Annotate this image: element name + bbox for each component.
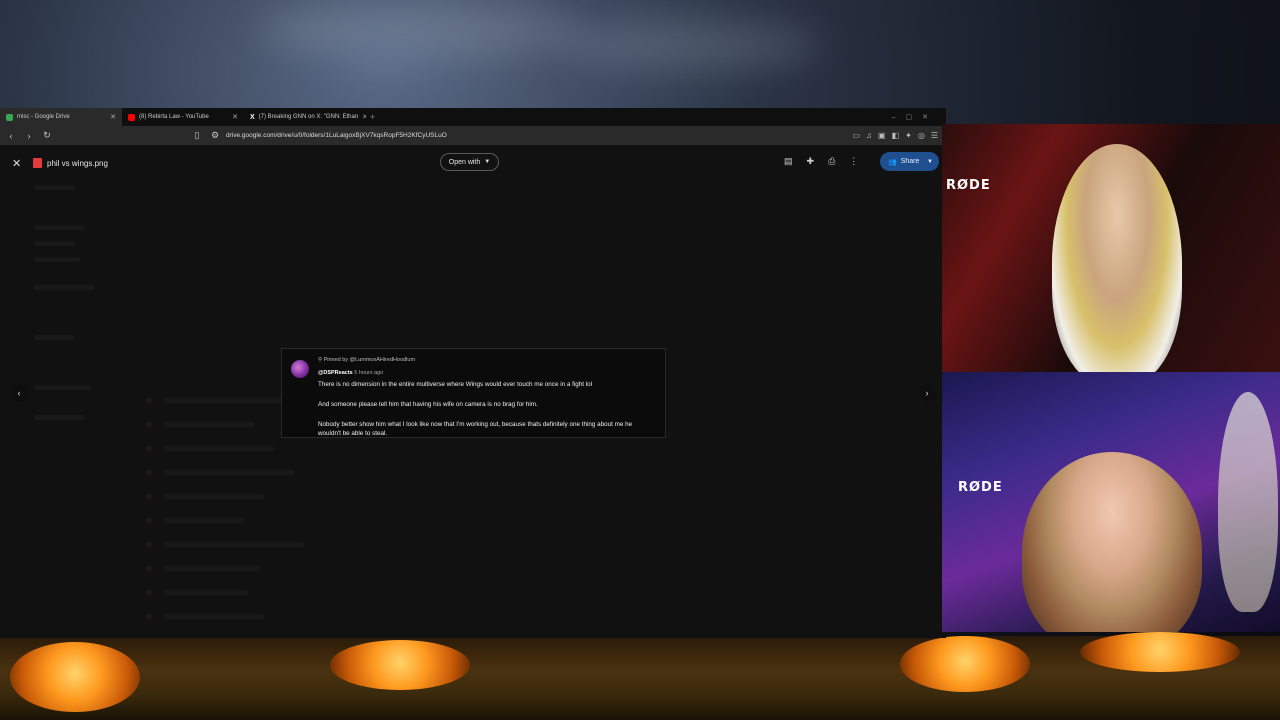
- next-file-button[interactable]: ›: [918, 384, 936, 402]
- image-file-icon: [33, 158, 42, 168]
- pumpkin: [330, 640, 470, 690]
- tab-bar: misc - Google Drive ✕ (8) Rebirta Law - …: [0, 108, 946, 126]
- drive-icon: [6, 113, 13, 121]
- preview-file-name: phil vs wings.png: [47, 158, 108, 168]
- x-logo-icon: X: [250, 113, 255, 121]
- extension-icon[interactable]: ♫: [866, 131, 872, 140]
- comment-author: @DSPReacts: [318, 370, 353, 376]
- preview-header: ✕ phil vs wings.png Open with ▼ ▤ ✚ ⎙ ⋮ …: [0, 152, 946, 174]
- webcam-bottom: RØDE: [942, 372, 1280, 632]
- tab-label: (8) Rebirta Law - YouTube: [139, 114, 209, 120]
- avatar: [291, 360, 309, 378]
- open-with-button[interactable]: Open with ▼: [440, 153, 499, 171]
- decor-figure: [1218, 392, 1278, 612]
- comment-line: Nobody better show him what I look like …: [318, 421, 633, 428]
- comment-line: wouldn't be able to steal.: [318, 430, 388, 437]
- add-comment-icon[interactable]: ✚: [807, 156, 815, 167]
- url-field[interactable]: drive.google.com/drive/u/0/folders/1LuLa…: [226, 132, 447, 139]
- tab-label: (7) Breaking GNN on X: "GNN: Ethan: [258, 114, 359, 120]
- tab-google-drive[interactable]: misc - Google Drive ✕: [0, 108, 122, 126]
- share-label: Share: [900, 158, 920, 165]
- comment-time: 5 hours ago: [354, 370, 384, 376]
- menu-icon[interactable]: ☰: [931, 131, 938, 140]
- share-button[interactable]: 👥 Share ▼: [880, 152, 939, 171]
- tab-x[interactable]: X (7) Breaking GNN on X: "GNN: Ethan ✕: [244, 108, 366, 126]
- streamer-figure: [1022, 452, 1202, 632]
- background-cloud: [560, 20, 820, 70]
- webcam-top: RØDE: [942, 124, 1280, 372]
- new-tab-icon[interactable]: +: [370, 112, 375, 122]
- profile-icon[interactable]: ◎: [918, 131, 925, 140]
- pinned-comment-image: ⚲ Pinned by @LummoxAHiredHoodlum @DSPRea…: [281, 348, 666, 438]
- pinned-by-text: Pinned by @LummoxAHiredHoodlum: [323, 357, 416, 363]
- pin-icon: ⚲: [318, 357, 323, 363]
- previous-file-button[interactable]: ‹: [10, 384, 28, 402]
- close-icon[interactable]: ✕: [362, 113, 366, 121]
- share-people-icon: 👥: [888, 158, 897, 166]
- open-with-label: Open with: [448, 158, 481, 166]
- tab-youtube[interactable]: (8) Rebirta Law - YouTube ✕: [122, 108, 244, 126]
- chevron-down-icon[interactable]: ▼: [927, 159, 933, 165]
- browser-toolbar-icons: ▭ ♫ ▣ ◧ ✦ ◎ ☰: [852, 131, 938, 140]
- pinned-by-label: ⚲ Pinned by @LummoxAHiredHoodlum: [318, 357, 415, 363]
- extension-icon[interactable]: ✦: [905, 131, 912, 140]
- extension-icon[interactable]: ▣: [878, 131, 886, 140]
- comment-line: There is no dimension in the entire mult…: [318, 381, 593, 388]
- address-bar: ‹ › ↻ ▯ ⚙ drive.google.com/drive/u/0/fol…: [0, 126, 946, 145]
- bookmark-icon[interactable]: ▯: [192, 130, 202, 141]
- extension-icon[interactable]: ▭: [852, 131, 860, 140]
- tab-label: misc - Google Drive: [17, 114, 70, 120]
- pumpkin: [1080, 632, 1240, 672]
- forward-icon[interactable]: ›: [24, 131, 34, 141]
- pumpkin: [900, 636, 1030, 692]
- extension-icon[interactable]: ◧: [892, 131, 900, 140]
- window-controls[interactable]: –▢✕: [892, 113, 938, 121]
- add-to-drive-icon[interactable]: ▤: [784, 156, 793, 167]
- close-icon[interactable]: ✕: [232, 113, 238, 121]
- comment-line: And someone please tell him that having …: [318, 401, 538, 408]
- streamer-figure: [1052, 144, 1182, 372]
- site-info-icon[interactable]: ⚙: [210, 130, 220, 141]
- background-cloud: [260, 0, 580, 60]
- back-icon[interactable]: ‹: [6, 131, 16, 141]
- close-preview-icon[interactable]: ✕: [12, 157, 21, 170]
- microphone-brand-label: RØDE: [958, 480, 1003, 495]
- comment-author-line: @DSPReacts 5 hours ago: [318, 370, 383, 376]
- pumpkin: [10, 642, 140, 712]
- preview-actions: ▤ ✚ ⎙ ⋮: [784, 156, 858, 167]
- reload-icon[interactable]: ↻: [42, 130, 52, 141]
- more-options-icon[interactable]: ⋮: [849, 156, 858, 167]
- print-icon[interactable]: ⎙: [828, 156, 835, 167]
- close-icon[interactable]: ✕: [110, 113, 116, 121]
- microphone-brand-label: RØDE: [946, 178, 991, 193]
- youtube-icon: [128, 113, 135, 121]
- chevron-down-icon: ▼: [484, 159, 491, 165]
